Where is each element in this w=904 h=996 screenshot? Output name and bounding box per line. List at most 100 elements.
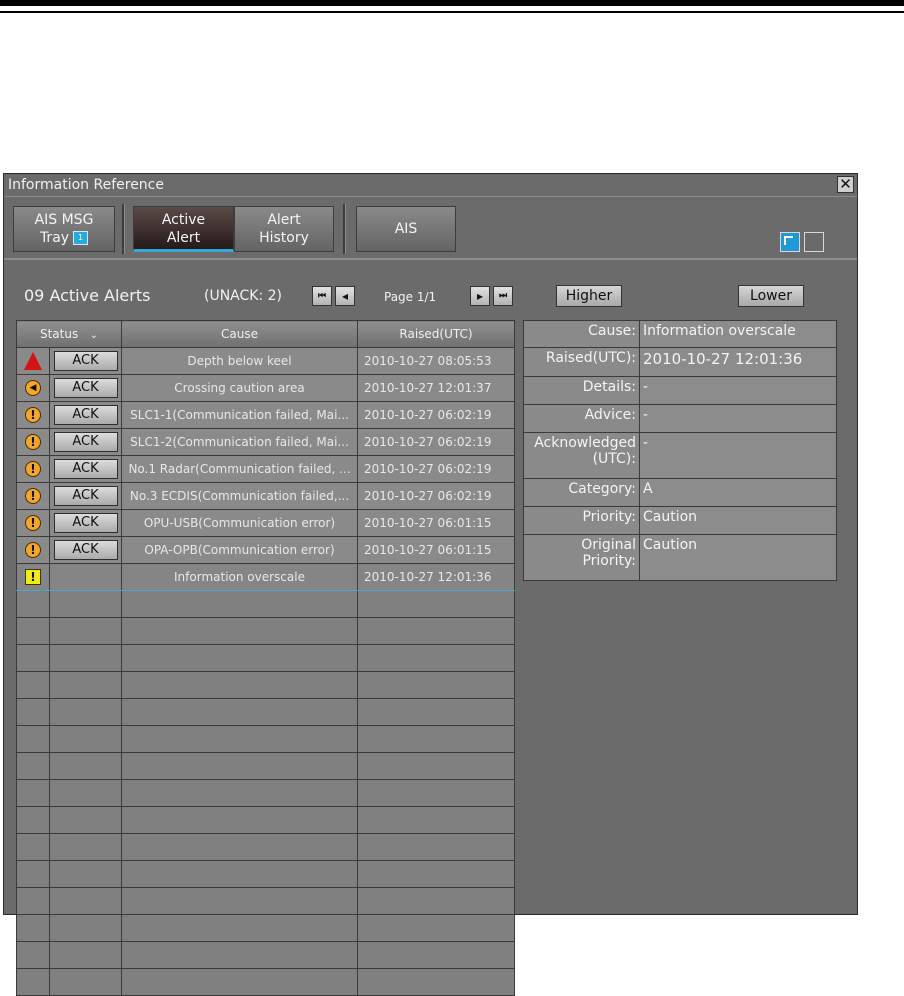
empty-cell — [357, 698, 515, 726]
display-mode-full-icon[interactable] — [804, 232, 824, 252]
empty-alert-row[interactable] — [16, 617, 515, 645]
ack-button[interactable]: ACK — [53, 513, 118, 533]
column-header-raised[interactable]: Raised(UTC) — [357, 320, 515, 348]
detail-label: Original Priority: — [523, 534, 640, 581]
empty-alert-row[interactable] — [16, 752, 515, 780]
exclamation-square-icon: ! — [25, 569, 41, 585]
ack-button[interactable]: ACK — [53, 405, 118, 425]
empty-cell — [16, 671, 50, 699]
tab-alert-history-label-2: History — [259, 230, 309, 246]
close-icon[interactable]: ✕ — [837, 176, 854, 193]
empty-alert-row[interactable] — [16, 644, 515, 672]
column-header-cause[interactable]: Cause — [121, 320, 358, 348]
alert-list-table: Status ⌄ Cause Raised(UTC) ACK Depth belo… — [16, 320, 515, 996]
empty-cell — [16, 833, 50, 861]
alert-raised-time: 2010-10-27 12:01:37 — [357, 374, 515, 402]
empty-alert-row[interactable] — [16, 887, 515, 915]
empty-alert-row[interactable] — [16, 698, 515, 726]
page-top-rule — [0, 0, 904, 6]
alert-row[interactable]: ! ACK SLC1-1(Communication failed, Mai... 2… — [16, 401, 515, 429]
alert-status-icon-cell: ! — [16, 482, 50, 510]
empty-alert-row[interactable] — [16, 860, 515, 888]
alert-raised-time: 2010-10-27 06:02:19 — [357, 482, 515, 510]
display-mode-split-icon[interactable] — [780, 232, 800, 252]
alert-row[interactable]: ACK Depth below keel 2010-10-27 08:05:53 — [16, 347, 515, 375]
ack-button[interactable]: ACK — [53, 459, 118, 479]
empty-alert-row[interactable] — [16, 806, 515, 834]
empty-cell — [121, 698, 358, 726]
empty-alert-row[interactable] — [16, 671, 515, 699]
alert-row[interactable]: ! ACK No.3 ECDIS(Communication failed,... 2… — [16, 482, 515, 510]
detail-label: Cause: — [523, 320, 640, 348]
alert-row[interactable]: ! Information overscale 2010-10-27 12:01:3… — [16, 563, 515, 591]
alert-status-icon-cell: ! — [16, 509, 50, 537]
empty-cell — [16, 752, 50, 780]
detail-value: Caution — [639, 506, 837, 535]
next-page-button[interactable]: ▸ — [470, 286, 490, 306]
empty-cell — [49, 914, 122, 942]
unack-count: (UNACK: 2) — [204, 288, 283, 304]
alert-ack-cell: ACK — [49, 428, 122, 456]
alert-cause: Depth below keel — [121, 347, 358, 375]
empty-cell — [357, 644, 515, 672]
empty-alert-row[interactable] — [16, 968, 515, 996]
empty-cell — [357, 617, 515, 645]
alert-row[interactable]: ◀ ACK Crossing caution area 2010-10-27 12:0… — [16, 374, 515, 402]
detail-row-original-priority: Original Priority: Caution — [523, 534, 837, 581]
detail-value: A — [639, 478, 837, 507]
last-page-button[interactable]: ⏭ — [493, 286, 513, 306]
alert-row[interactable]: ! ACK OPU-USB(Communication error) 2010-10-… — [16, 509, 515, 537]
higher-button[interactable]: Higher — [556, 285, 622, 307]
empty-cell — [121, 725, 358, 753]
empty-alert-row[interactable] — [16, 725, 515, 753]
empty-cell — [121, 590, 358, 618]
empty-cell — [49, 887, 122, 915]
empty-cell — [16, 887, 50, 915]
empty-alert-row[interactable] — [16, 914, 515, 942]
speaker-icon: ◀ — [25, 380, 41, 396]
table-header-row: Status ⌄ Cause Raised(UTC) — [16, 320, 515, 348]
alert-raised-time: 2010-10-27 08:05:53 — [357, 347, 515, 375]
alert-ack-cell: ACK — [49, 536, 122, 564]
ack-button[interactable]: ACK — [53, 486, 118, 506]
column-header-status[interactable]: Status ⌄ — [16, 320, 122, 348]
alert-status-icon-cell: ! — [16, 536, 50, 564]
empty-alert-row[interactable] — [16, 779, 515, 807]
empty-cell — [16, 914, 50, 942]
empty-cell — [49, 752, 122, 780]
ais-button[interactable]: AIS — [356, 206, 456, 252]
prev-page-button[interactable]: ◂ — [335, 286, 355, 306]
empty-cell — [49, 698, 122, 726]
alert-row[interactable]: ! ACK SLC1-2(Communication failed, Mai... 2… — [16, 428, 515, 456]
empty-alert-row[interactable] — [16, 590, 515, 618]
alert-raised-time: 2010-10-27 06:02:19 — [357, 428, 515, 456]
ais-msg-tray-button[interactable]: AIS MSG Tray 1 — [13, 206, 115, 252]
empty-cell — [121, 806, 358, 834]
ack-button[interactable]: ACK — [53, 540, 118, 560]
toolbar-separator — [343, 204, 346, 254]
ack-button[interactable]: ACK — [53, 378, 118, 398]
tab-alert-history[interactable]: Alert History — [234, 206, 334, 252]
tab-active-alert[interactable]: Active Alert — [133, 206, 234, 252]
alert-row[interactable]: ! ACK OPA-OPB(Communication error) 2010-10-… — [16, 536, 515, 564]
alert-row[interactable]: ! ACK No.1 Radar(Communication failed, ...… — [16, 455, 515, 483]
first-page-button[interactable]: ⏮ — [312, 286, 332, 306]
detail-row-cause: Cause: Information overscale — [523, 320, 837, 348]
detail-value: Information overscale — [639, 320, 837, 348]
empty-cell — [121, 671, 358, 699]
ack-button[interactable]: ACK — [53, 351, 118, 371]
empty-alert-row[interactable] — [16, 833, 515, 861]
detail-row-raised: Raised(UTC): 2010-10-27 12:01:36 — [523, 347, 837, 377]
alert-ack-cell — [49, 563, 122, 591]
ack-button[interactable]: ACK — [53, 432, 118, 452]
alert-cause: Crossing caution area — [121, 374, 358, 402]
alert-ack-cell: ACK — [49, 374, 122, 402]
empty-cell — [357, 833, 515, 861]
empty-cell — [49, 725, 122, 753]
empty-alert-row[interactable] — [16, 941, 515, 969]
empty-cell — [357, 887, 515, 915]
empty-cell — [49, 617, 122, 645]
empty-cell — [49, 860, 122, 888]
lower-button[interactable]: Lower — [738, 285, 804, 307]
empty-cell — [121, 968, 358, 996]
